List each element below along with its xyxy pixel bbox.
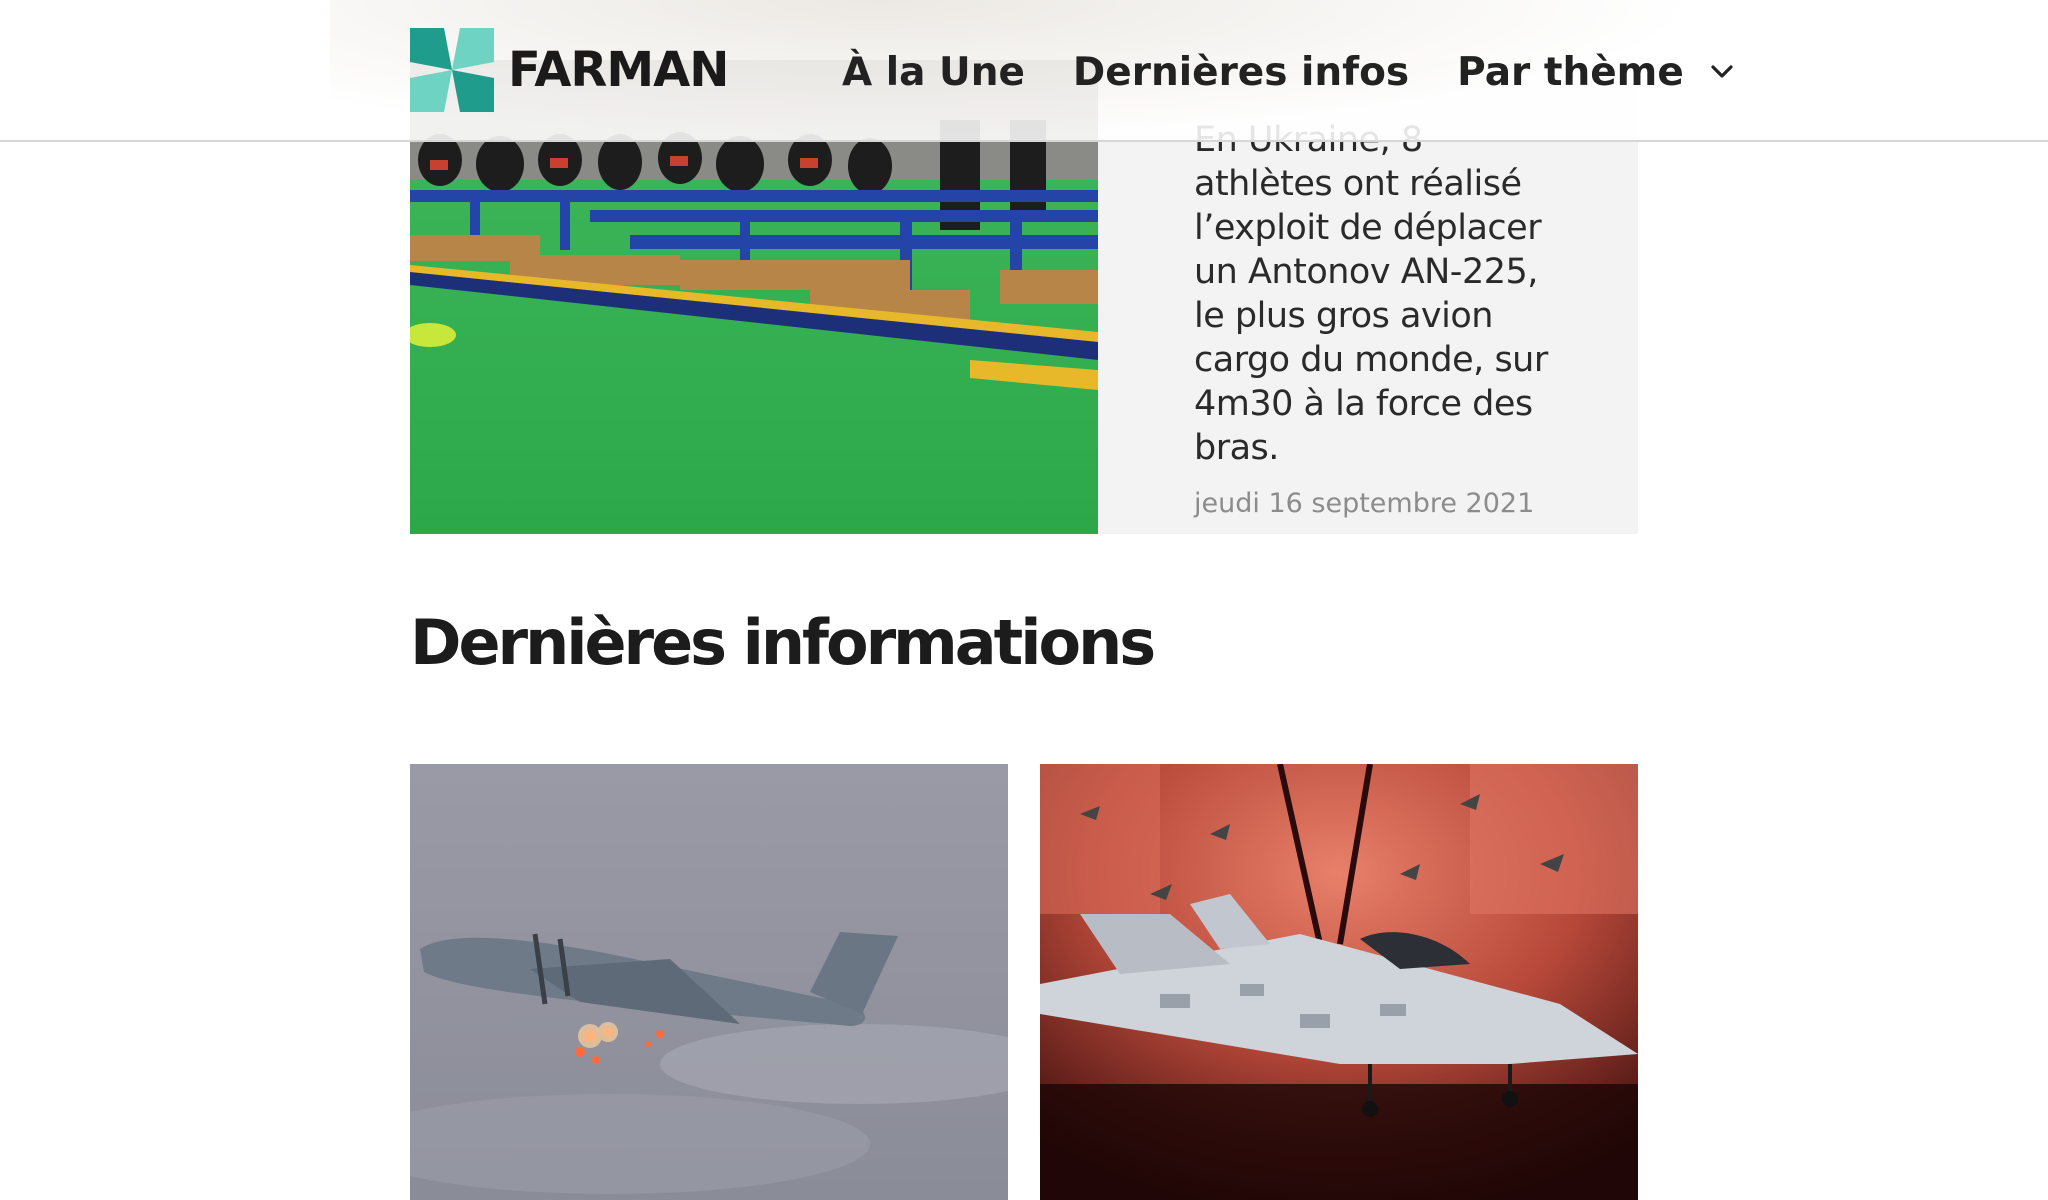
news-card-cargo-plane[interactable] xyxy=(410,764,1008,1200)
page: En Ukraine, 8 athlètes ont réalisé l’exp… xyxy=(0,0,2048,1200)
main-nav: À la Une Dernières infos Par thème xyxy=(842,40,1734,104)
featured-date: jeudi 16 septembre 2021 xyxy=(1194,488,1535,519)
logo-wordmark: FARMAN xyxy=(508,42,729,98)
pinwheel-logo-icon xyxy=(410,28,494,112)
chevron-down-icon xyxy=(1711,65,1733,78)
news-card-stealth-fighter[interactable] xyxy=(1040,764,1638,1200)
site-logo[interactable]: FARMAN xyxy=(410,28,729,112)
nav-item-dernieres-infos[interactable]: Dernières infos xyxy=(1073,50,1409,95)
nav-item-par-theme[interactable]: Par thème xyxy=(1457,50,1734,95)
stealth-fighter-jet-photo xyxy=(1040,764,1638,1200)
nav-item-a-la-une[interactable]: À la Une xyxy=(842,50,1025,95)
nav-item-par-theme-label: Par thème xyxy=(1457,49,1684,95)
site-header: FARMAN À la Une Dernières infos Par thèm… xyxy=(0,0,2048,142)
section-title-latest: Dernières informations xyxy=(410,606,1156,679)
military-cargo-plane-photo xyxy=(410,764,1008,1200)
featured-summary[interactable]: En Ukraine, 8 athlètes ont réalisé l’exp… xyxy=(1194,118,1548,470)
